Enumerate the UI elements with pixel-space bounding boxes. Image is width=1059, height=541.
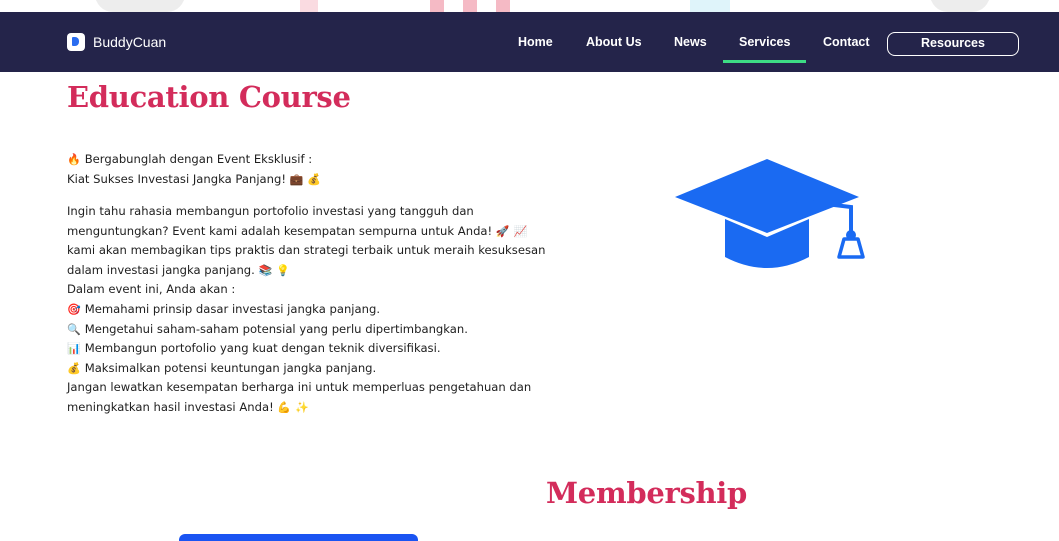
intro-line: Kiat Sukses Investasi Jangka Panjang! <box>67 171 287 186</box>
background-shape <box>690 0 730 12</box>
nav-link-about-us[interactable]: About Us <box>586 35 642 49</box>
event-description: Ingin tahu rahasia membangun portofolio … <box>67 202 546 418</box>
benefit-item: Maksimalkan potensi keuntungan jangka pa… <box>84 360 377 375</box>
brand-name: BuddyCuan <box>93 34 167 50</box>
lightbulb-icon: 💡 <box>276 263 290 277</box>
nav-link-contact[interactable]: Contact <box>823 35 870 49</box>
benefit-item: Memahami prinsip dasar investasi jangka … <box>84 301 381 316</box>
benefit-item: Membangun portofolio yang kuat dengan te… <box>84 341 441 356</box>
closing-line: meningkatkan hasil investasi Anda! <box>67 399 274 414</box>
active-nav-indicator <box>723 60 806 63</box>
background-shape <box>300 0 318 12</box>
membership-section-title: Membership <box>546 476 747 510</box>
description-line: kami akan membagikan tips praktis dan st… <box>67 243 546 258</box>
fire-icon: 🔥 <box>67 153 81 166</box>
target-icon: 🎯 <box>67 302 81 316</box>
nav-link-services[interactable]: Services <box>739 35 790 49</box>
magnifier-icon: 🔍 <box>67 322 81 336</box>
money-bag-icon: 💰 <box>307 172 322 186</box>
description-line: menguntungkan? Event kami adalah kesempa… <box>67 223 493 238</box>
brand-logo-icon <box>67 33 85 51</box>
rocket-icon: 🚀 <box>495 224 510 238</box>
sparkles-icon: ✨ <box>295 400 309 414</box>
background-shape <box>930 0 990 12</box>
top-navbar: BuddyCuan Home About Us News Services Co… <box>0 12 1059 72</box>
bar-chart-icon: 📊 <box>67 342 81 356</box>
education-section-title: Education Course <box>67 80 351 114</box>
description-line: Dalam event ini, Anda akan : <box>67 282 236 297</box>
background-shape <box>463 0 477 12</box>
chart-up-icon: 📈 <box>513 224 528 238</box>
benefit-item: Mengetahui saham-saham potensial yang pe… <box>84 321 468 336</box>
money-bag-icon: 💰 <box>67 361 81 375</box>
hero-background-remnant <box>0 0 1059 12</box>
briefcase-icon: 💼 <box>289 172 304 186</box>
background-shape <box>95 0 185 12</box>
nav-link-home[interactable]: Home <box>518 35 553 49</box>
membership-card[interactable] <box>179 534 418 541</box>
brand-link[interactable]: BuddyCuan <box>67 33 166 51</box>
description-line: Ingin tahu rahasia membangun portofolio … <box>67 204 474 218</box>
nav-link-news[interactable]: News <box>674 35 707 49</box>
intro-line: Bergabunglah dengan Event Eksklusif : <box>84 152 313 166</box>
closing-line: Jangan lewatkan kesempatan berharga ini … <box>67 380 532 395</box>
graduation-cap-icon <box>673 157 893 277</box>
books-icon: 📚 <box>258 263 273 277</box>
background-shape <box>430 0 444 12</box>
background-shape <box>496 0 510 12</box>
flexed-arm-icon: 💪 <box>277 400 292 414</box>
resources-button[interactable]: Resources <box>887 32 1019 56</box>
description-line: dalam investasi jangka panjang. <box>67 262 255 277</box>
event-intro: 🔥 Bergabunglah dengan Event Eksklusif : K… <box>67 150 537 189</box>
